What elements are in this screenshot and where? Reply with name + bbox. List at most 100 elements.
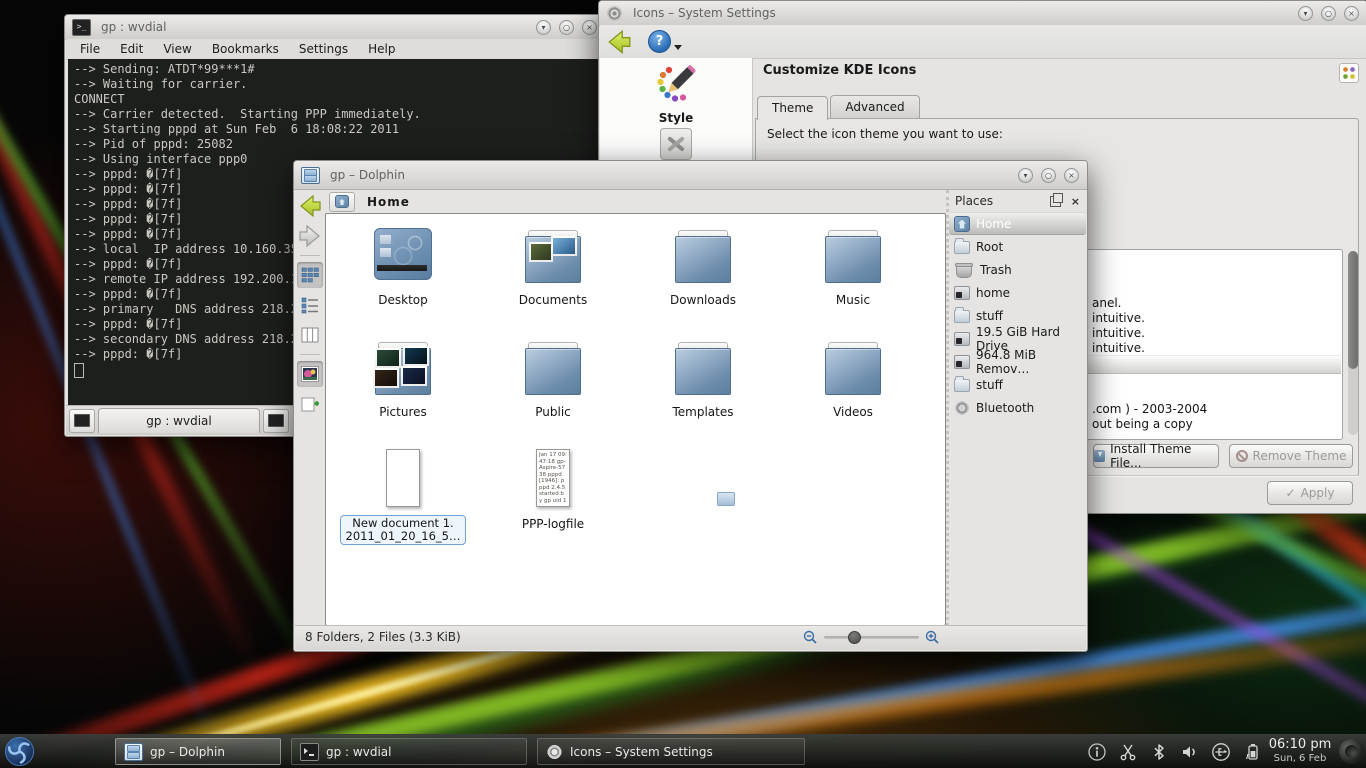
- places-item[interactable]: Home: [949, 212, 1086, 235]
- file-name: Pictures: [379, 405, 427, 419]
- scrollbar[interactable]: [1348, 251, 1358, 435]
- terminal-line: --> Sending: ATDT*99***1#: [74, 62, 596, 77]
- file-icon: [371, 336, 435, 398]
- close-panel-icon[interactable]: ×: [1071, 195, 1080, 208]
- back-button[interactable]: [604, 28, 634, 56]
- close-icon[interactable]: ×: [582, 20, 597, 35]
- forward-button[interactable]: [297, 223, 323, 249]
- klipper-scissors-icon[interactable]: [1118, 742, 1138, 762]
- zoom-in-icon[interactable]: [925, 630, 940, 645]
- chevron-down-icon[interactable]: [674, 45, 682, 50]
- module-overview-icon[interactable]: [1339, 63, 1359, 83]
- file-item[interactable]: Music: [778, 222, 928, 334]
- sidebar-item-fine-tuning[interactable]: [600, 128, 752, 160]
- minimize-icon[interactable]: ▾: [1018, 168, 1033, 183]
- app-launcher-button[interactable]: [4, 736, 35, 767]
- text-line: out being a copy: [1092, 417, 1207, 432]
- menu-item[interactable]: File: [80, 42, 100, 56]
- menu-item[interactable]: Edit: [120, 42, 143, 56]
- menu-item[interactable]: View: [163, 42, 191, 56]
- taskbar-task[interactable]: gp – Dolphin: [115, 738, 281, 765]
- minimize-icon[interactable]: ▾: [1298, 6, 1313, 21]
- places-item[interactable]: stuff: [949, 373, 1086, 396]
- help-button[interactable]: ?: [648, 30, 671, 53]
- split-view-button[interactable]: [297, 391, 323, 417]
- places-item[interactable]: Bluetooth: [949, 396, 1086, 419]
- page-title: Customize KDE Icons: [763, 63, 916, 78]
- zoom-slider-thumb[interactable]: [848, 631, 861, 644]
- places-item[interactable]: 964.8 MiB Remov…: [949, 350, 1086, 373]
- maximize-icon[interactable]: ○: [1321, 6, 1336, 21]
- terminal-titlebar[interactable]: >_ gp : wvdial ▾ ○ ×: [65, 15, 605, 40]
- bluetooth-icon[interactable]: [1149, 742, 1169, 762]
- zoom-out-icon[interactable]: [803, 630, 818, 645]
- task-icon: [300, 743, 319, 761]
- new-tab-button[interactable]: [69, 409, 95, 433]
- close-icon[interactable]: ×: [1344, 6, 1359, 21]
- dolphin-file-view[interactable]: Desktop Documents: [325, 213, 946, 626]
- file-icon: Jan 17 09:47:18 gp-Aspire-5738 pppd[1946…: [521, 448, 585, 510]
- file-name: Documents: [519, 293, 587, 307]
- battery-icon[interactable]: [1242, 742, 1262, 762]
- clock[interactable]: 06:10 pm Sun, 6 Feb: [1264, 737, 1336, 765]
- notifications-info-icon[interactable]: [1087, 742, 1107, 762]
- volume-icon[interactable]: [1180, 742, 1200, 762]
- tab[interactable]: Advanced: [830, 95, 919, 119]
- select-theme-label: Select the icon theme you want to use:: [767, 127, 1003, 141]
- details-view-button[interactable]: [297, 292, 323, 318]
- float-panel-icon[interactable]: [1050, 196, 1061, 207]
- apply-button[interactable]: ✓ Apply: [1267, 481, 1353, 505]
- taskbar-task[interactable]: Icons – System Settings: [537, 738, 805, 765]
- system-settings-titlebar[interactable]: Icons – System Settings ▾ ○ ×: [599, 1, 1366, 26]
- minimize-icon[interactable]: ▾: [536, 20, 551, 35]
- tab-list-button[interactable]: [263, 409, 289, 433]
- maximize-icon[interactable]: ○: [1041, 168, 1056, 183]
- file-icon-decor: [374, 228, 432, 280]
- file-icon: [671, 224, 735, 286]
- places-item[interactable]: Trash: [949, 258, 1086, 281]
- zoom-slider[interactable]: [824, 636, 919, 639]
- menu-item[interactable]: Help: [368, 42, 395, 56]
- file-label-box: Pictures: [373, 403, 433, 421]
- file-item[interactable]: Pictures: [328, 334, 478, 446]
- task-label: Icons – System Settings: [570, 745, 713, 759]
- terminal-line: --> Pid of pppd: 25082: [74, 137, 596, 152]
- task-list: gp – Dolphin gp : wvdial Icons – System …: [115, 738, 805, 765]
- file-item[interactable]: Templates: [628, 334, 778, 446]
- preview-toggle-button[interactable]: [297, 361, 323, 387]
- scrollbar-thumb[interactable]: [1348, 251, 1358, 369]
- install-theme-button[interactable]: Install Theme File...: [1093, 444, 1219, 468]
- usb-device-notifier-icon[interactable]: [1211, 742, 1231, 762]
- file-item[interactable]: Documents: [478, 222, 628, 334]
- icons-view-button[interactable]: [297, 262, 323, 288]
- file-item[interactable]: Videos: [778, 334, 928, 446]
- remove-theme-button[interactable]: Remove Theme: [1229, 444, 1353, 468]
- file-label-box: Videos: [827, 403, 879, 421]
- places-item[interactable]: home: [949, 281, 1086, 304]
- place-icon: [956, 265, 972, 278]
- file-item[interactable]: Public: [478, 334, 628, 446]
- dolphin-toolbar: [295, 190, 325, 626]
- sidebar-item-style[interactable]: Style: [600, 62, 752, 125]
- panel-toolbox-cashew[interactable]: [1339, 739, 1364, 764]
- menu-item[interactable]: Settings: [299, 42, 348, 56]
- terminal-tab[interactable]: gp : wvdial: [98, 408, 260, 433]
- dolphin-titlebar[interactable]: gp – Dolphin ▾ ○ ×: [294, 161, 1087, 190]
- file-item[interactable]: Jan 17 09:47:18 gp-Aspire-5738 pppd[1946…: [478, 446, 628, 558]
- back-button[interactable]: [297, 193, 323, 219]
- breadcrumb-root[interactable]: Home: [367, 195, 410, 209]
- taskbar-task[interactable]: gp : wvdial: [291, 738, 527, 765]
- breadcrumb-home-button[interactable]: [329, 192, 355, 212]
- gear-icon: [606, 6, 623, 21]
- file-item[interactable]: New document 1. 2011_01_20_16_5…: [328, 446, 478, 558]
- file-item[interactable]: Downloads: [628, 222, 778, 334]
- place-icon: [954, 332, 970, 346]
- file-icon: [521, 224, 585, 286]
- columns-view-button[interactable]: [297, 322, 323, 348]
- close-icon[interactable]: ×: [1064, 168, 1079, 183]
- places-item[interactable]: Root: [949, 235, 1086, 258]
- maximize-icon[interactable]: ○: [559, 20, 574, 35]
- tab[interactable]: Theme: [757, 96, 828, 120]
- file-item[interactable]: Desktop: [328, 222, 478, 334]
- menu-item[interactable]: Bookmarks: [212, 42, 279, 56]
